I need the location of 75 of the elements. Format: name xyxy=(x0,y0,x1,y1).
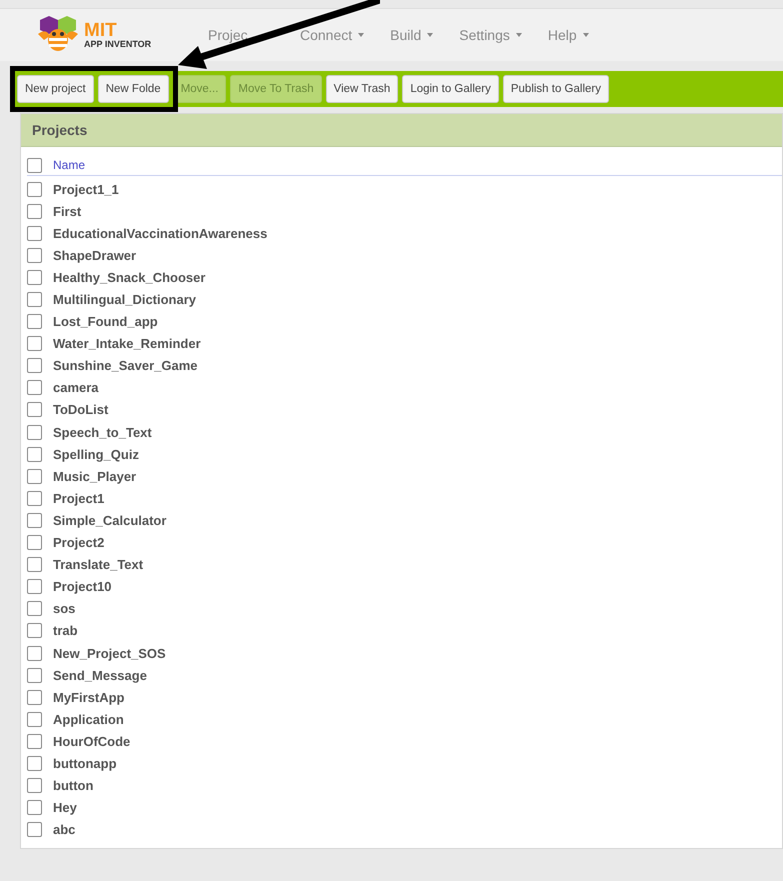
project-checkbox[interactable] xyxy=(27,424,42,440)
project-name[interactable]: Translate_Text xyxy=(53,557,144,572)
toolbar-button[interactable]: View Trash xyxy=(326,75,398,103)
project-checkbox[interactable] xyxy=(27,490,42,506)
project-checkbox[interactable] xyxy=(27,712,42,727)
project-name[interactable]: Send_Message xyxy=(53,668,147,683)
project-checkbox[interactable] xyxy=(27,402,42,418)
bee-logo-icon xyxy=(36,16,80,54)
caret-icon xyxy=(358,33,364,37)
project-checkbox[interactable] xyxy=(27,380,42,396)
project-checkbox[interactable] xyxy=(27,778,42,794)
project-checkbox[interactable] xyxy=(27,270,42,285)
project-name[interactable]: Sunshine_Saver_Game xyxy=(53,358,198,374)
project-checkbox[interactable] xyxy=(27,601,42,616)
projects-title: Projects xyxy=(32,122,88,138)
project-checkbox[interactable] xyxy=(27,800,42,816)
project-checkbox[interactable] xyxy=(27,557,42,572)
project-checkbox[interactable] xyxy=(27,336,42,352)
project-checkbox[interactable] xyxy=(27,226,42,241)
project-checkbox[interactable] xyxy=(27,358,42,374)
project-name[interactable]: Water_Intake_Reminder xyxy=(53,336,201,352)
name-column-header[interactable]: Name xyxy=(53,158,86,172)
project-name[interactable]: Project1 xyxy=(53,490,104,506)
project-name[interactable]: HourOfCode xyxy=(53,734,130,749)
project-name[interactable]: Spelling_Quiz xyxy=(53,446,139,462)
toolbar-button[interactable]: Publish to Gallery xyxy=(502,75,609,103)
project-name[interactable]: Healthy_Snack_Chooser xyxy=(53,270,206,285)
project-name[interactable]: Hey xyxy=(53,800,77,816)
project-checkbox[interactable] xyxy=(27,468,42,484)
project-checkbox[interactable] xyxy=(27,248,42,263)
logo-title: MIT xyxy=(84,21,117,40)
project-name[interactable]: First xyxy=(53,204,82,219)
project-checkbox[interactable] xyxy=(27,446,42,462)
project-checkbox[interactable] xyxy=(27,623,42,638)
project-name[interactable]: Project1_1 xyxy=(53,182,119,197)
toolbar-button[interactable]: New project xyxy=(17,75,94,103)
project-checkbox[interactable] xyxy=(27,690,42,705)
caret-icon xyxy=(516,33,522,37)
project-name[interactable]: Project2 xyxy=(53,535,104,550)
select-all-checkbox[interactable] xyxy=(27,158,42,172)
project-name[interactable]: New_Project_SOS xyxy=(53,646,166,661)
project-name[interactable]: buttonapp xyxy=(53,756,117,771)
project-checkbox[interactable] xyxy=(27,535,42,550)
project-checkbox[interactable] xyxy=(27,756,42,771)
project-checkbox[interactable] xyxy=(27,204,42,219)
caret-icon xyxy=(582,33,589,37)
project-name[interactable]: sos xyxy=(53,601,76,616)
project-name[interactable]: Speech_to_Text xyxy=(53,424,152,440)
project-name[interactable]: Lost_Found_app xyxy=(53,314,158,330)
project-name[interactable]: Application xyxy=(53,712,124,727)
caret-icon xyxy=(427,33,434,37)
toolbar-button[interactable]: New Folde xyxy=(98,75,169,103)
project-checkbox[interactable] xyxy=(27,668,42,683)
project-name[interactable]: button xyxy=(53,778,94,794)
project-checkbox[interactable] xyxy=(27,822,42,838)
project-name[interactable]: Music_Player xyxy=(53,468,136,484)
project-name[interactable]: MyFirstApp xyxy=(53,690,124,705)
project-name[interactable]: ToDoList xyxy=(53,402,108,418)
project-name[interactable]: Project10 xyxy=(53,579,112,594)
project-name[interactable]: Simple_Calculator xyxy=(53,512,166,528)
logo-subtitle: APP INVENTOR xyxy=(84,40,152,49)
project-name[interactable]: camera xyxy=(53,380,99,396)
project-checkbox[interactable] xyxy=(27,734,42,749)
project-checkbox[interactable] xyxy=(27,579,42,594)
toolbar-button[interactable]: Login to Gallery xyxy=(402,75,499,103)
project-checkbox[interactable] xyxy=(27,314,42,330)
project-checkbox[interactable] xyxy=(27,646,42,661)
project-name[interactable]: trab xyxy=(53,623,78,638)
project-checkbox[interactable] xyxy=(27,292,42,308)
project-checkbox[interactable] xyxy=(27,512,42,528)
project-name[interactable]: abc xyxy=(53,822,76,838)
project-checkbox[interactable] xyxy=(27,182,42,197)
project-name[interactable]: EducationalVaccinationAwareness xyxy=(53,226,268,241)
project-name[interactable]: ShapeDrawer xyxy=(53,248,136,263)
project-name[interactable]: Multilingual_Dictionary xyxy=(53,292,196,308)
